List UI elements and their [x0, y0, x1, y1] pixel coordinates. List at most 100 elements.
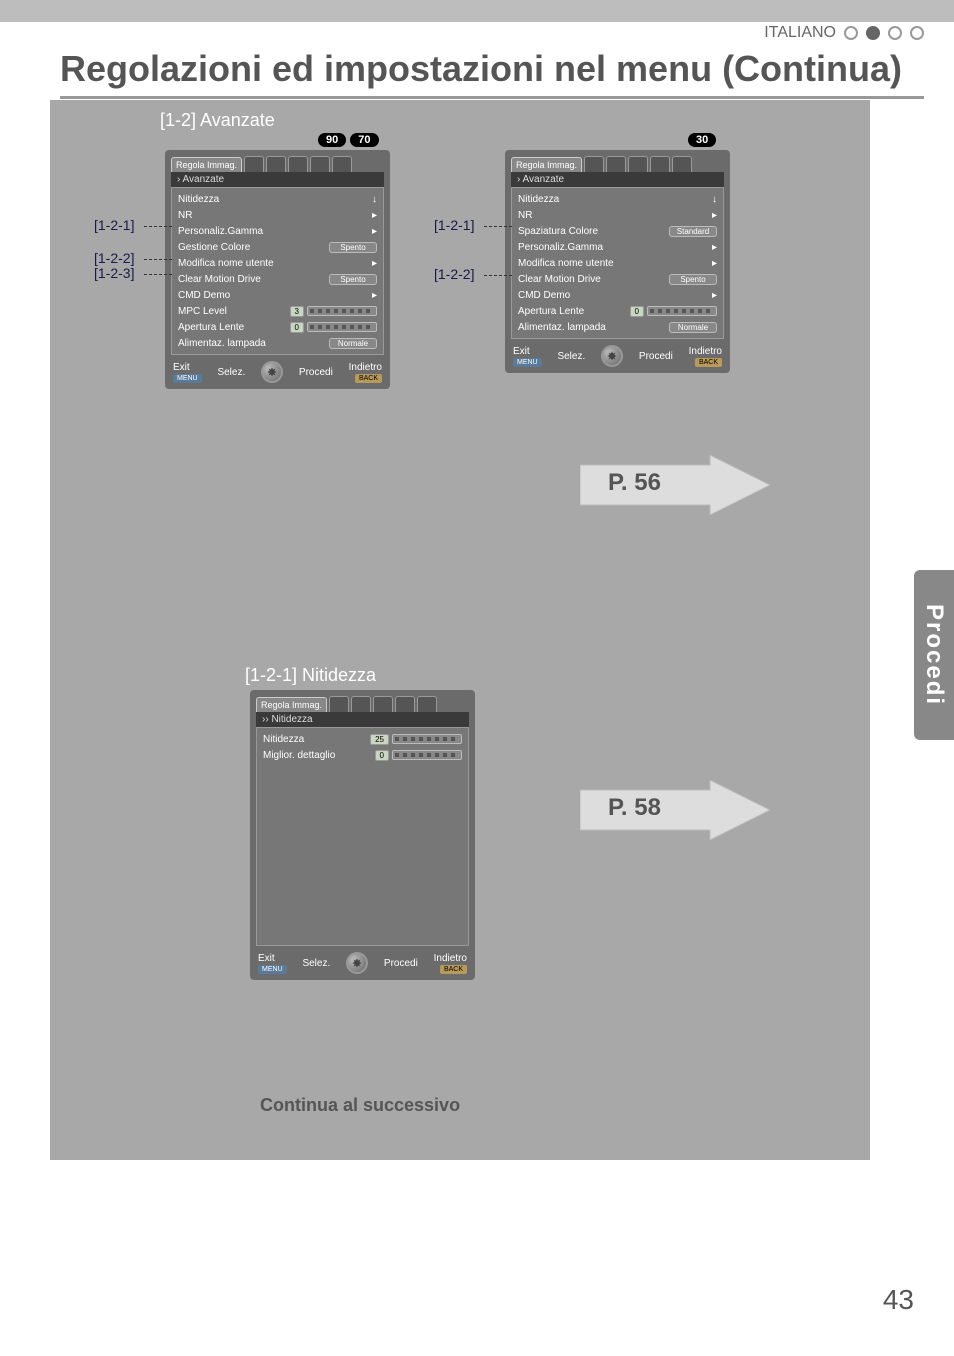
row-gestione-colore[interactable]: Gestione ColoreSpento — [178, 239, 377, 255]
back-button[interactable]: BACK — [695, 358, 722, 367]
row-miglior-dettaglio[interactable]: Miglior. dettaglio0 — [263, 747, 462, 763]
menu-button[interactable]: MENU — [173, 374, 202, 383]
row-mpc[interactable]: MPC Level3 — [178, 303, 377, 319]
panel-b-tab-icon-5[interactable] — [672, 156, 692, 172]
row-gamma[interactable]: Personaliz.Gamma▸ — [518, 239, 717, 255]
panel-c-tab-icon-5[interactable] — [417, 696, 437, 712]
lang-dot-1 — [844, 26, 858, 40]
panel-b-footer: Exit MENU Selez. Procedi Indietro BACK — [505, 343, 730, 373]
callout-1-2-1: [1-2-1] — [94, 217, 134, 233]
row-cmd[interactable]: Clear Motion DriveSpento — [518, 271, 717, 287]
panel-a-title: [1-2] Avanzate — [160, 110, 275, 131]
panel-b-body: Nitidezza↓ NR▸ Spaziatura ColoreStandard… — [511, 187, 724, 339]
right-arrow-icon: ▸ — [372, 290, 377, 301]
panel-a-tab-selected[interactable]: Regola Immag. — [171, 157, 242, 172]
panel-b-tab-selected[interactable]: Regola Immag. — [511, 157, 582, 172]
ok-button[interactable] — [261, 361, 283, 383]
panel-b-tabrow: Regola Immag. — [505, 150, 730, 172]
row-gamma[interactable]: Personaliz.Gamma▸ — [178, 223, 377, 239]
panel-a-tab-icon-2[interactable] — [266, 156, 286, 172]
procedi-label: Procedi — [639, 351, 673, 362]
panel-a-tab-icon-3[interactable] — [288, 156, 308, 172]
panel-b-tab-icon-3[interactable] — [628, 156, 648, 172]
continue-text: Continua al successivo — [260, 1095, 460, 1116]
panel-a: Regola Immag. › Avanzate Nitidezza↓ NR▸ … — [165, 150, 390, 389]
panel-b-tab-icon-2[interactable] — [606, 156, 626, 172]
panel-c-tab-icon-4[interactable] — [395, 696, 415, 712]
row-apertura[interactable]: Apertura Lente0 — [178, 319, 377, 335]
panel-a-badges: 90 70 — [318, 133, 379, 147]
page-number: 43 — [883, 1284, 914, 1316]
selez-label: Selez. — [302, 958, 330, 969]
row-cmd-demo[interactable]: CMD Demo▸ — [518, 287, 717, 303]
panel-c-tab-icon-1[interactable] — [329, 696, 349, 712]
language-bar: ITALIANO — [0, 22, 954, 44]
panel-a-footer: Exit MENU Selez. Procedi Indietro BACK — [165, 359, 390, 389]
row-cmd-demo[interactable]: CMD Demo▸ — [178, 287, 377, 303]
row-lampada[interactable]: Alimentaz. lampadaNormale — [518, 319, 717, 335]
lang-dot-4 — [910, 26, 924, 40]
panel-b-breadcrumb: › Avanzate — [511, 172, 724, 187]
lang-dot-3 — [888, 26, 902, 40]
exit-label: Exit — [173, 362, 190, 373]
right-arrow-icon: ▸ — [712, 242, 717, 253]
arrow-p58-label: P. 58 — [608, 794, 661, 822]
callout-line — [144, 274, 172, 275]
panel-b-badges: 30 — [688, 133, 716, 147]
panel-c: Regola Immag. ›› Nitidezza Nitidezza25 M… — [250, 690, 475, 980]
right-arrow-icon: ▸ — [712, 258, 717, 269]
badge-70: 70 — [350, 133, 378, 147]
row-nr[interactable]: NR▸ — [178, 207, 377, 223]
panel-c-tab-icon-3[interactable] — [373, 696, 393, 712]
ok-button[interactable] — [601, 345, 623, 367]
badge-30: 30 — [688, 133, 716, 147]
page-title: Regolazioni ed impostazioni nel menu (Co… — [60, 48, 924, 99]
row-nitidezza[interactable]: Nitidezza↓ — [178, 191, 377, 207]
row-nitidezza-val[interactable]: Nitidezza25 — [263, 731, 462, 747]
down-arrow-icon: ↓ — [372, 194, 377, 205]
panel-a-tab-icon-4[interactable] — [310, 156, 330, 172]
right-arrow-icon: ▸ — [372, 226, 377, 237]
panel-a-tab-icon-1[interactable] — [244, 156, 264, 172]
row-nitidezza[interactable]: Nitidezza↓ — [518, 191, 717, 207]
exit-label: Exit — [258, 953, 275, 964]
menu-button[interactable]: MENU — [258, 965, 287, 974]
right-arrow-icon: ▸ — [712, 290, 717, 301]
slider[interactable] — [392, 750, 462, 760]
arrow-p56-label: P. 56 — [608, 469, 661, 497]
slider[interactable] — [392, 734, 462, 744]
callout-b-1-2-1: [1-2-1] — [434, 217, 474, 233]
panel-c-footer: Exit MENU Selez. Procedi Indietro BACK — [250, 950, 475, 980]
procedi-label: Procedi — [384, 958, 418, 969]
row-modifica-nome[interactable]: Modifica nome utente▸ — [518, 255, 717, 271]
menu-button[interactable]: MENU — [513, 358, 542, 367]
indietro-label: Indietro — [349, 362, 382, 373]
row-cmd[interactable]: Clear Motion DriveSpento — [178, 271, 377, 287]
slider[interactable] — [647, 306, 717, 316]
language-label: ITALIANO — [764, 24, 836, 42]
panel-b-tab-icon-1[interactable] — [584, 156, 604, 172]
panel-b: Regola Immag. › Avanzate Nitidezza↓ NR▸ … — [505, 150, 730, 373]
row-spaziatura[interactable]: Spaziatura ColoreStandard — [518, 223, 717, 239]
callout-line — [484, 275, 512, 276]
ok-button[interactable] — [346, 952, 368, 974]
panel-c-tab-selected[interactable]: Regola Immag. — [256, 697, 327, 712]
back-button[interactable]: BACK — [355, 374, 382, 383]
row-apertura[interactable]: Apertura Lente0 — [518, 303, 717, 319]
indietro-label: Indietro — [689, 346, 722, 357]
slider[interactable] — [307, 306, 377, 316]
panel-c-tab-icon-2[interactable] — [351, 696, 371, 712]
callout-1-2-3: [1-2-3] — [94, 265, 134, 281]
down-arrow-icon: ↓ — [712, 194, 717, 205]
row-lampada[interactable]: Alimentaz. lampadaNormale — [178, 335, 377, 351]
back-button[interactable]: BACK — [440, 965, 467, 974]
badge-90: 90 — [318, 133, 346, 147]
callout-1-2-2: [1-2-2] — [94, 250, 134, 266]
panel-b-tab-icon-4[interactable] — [650, 156, 670, 172]
panel-a-tab-icon-5[interactable] — [332, 156, 352, 172]
row-nr[interactable]: NR▸ — [518, 207, 717, 223]
callout-line — [144, 259, 172, 260]
procedi-label: Procedi — [299, 367, 333, 378]
slider[interactable] — [307, 322, 377, 332]
row-modifica-nome[interactable]: Modifica nome utente▸ — [178, 255, 377, 271]
